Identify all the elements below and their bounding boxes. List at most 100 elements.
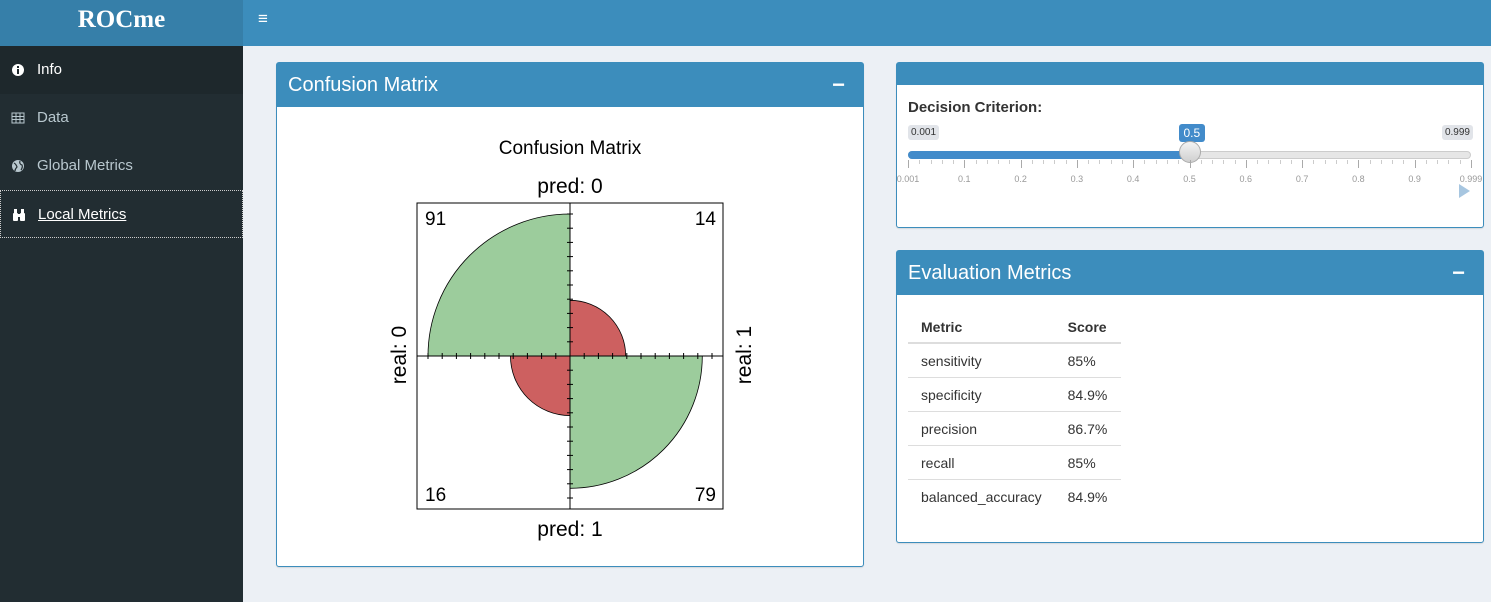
sidebar-item-label: Local Metrics	[38, 206, 127, 223]
collapse-button[interactable]: −	[1452, 251, 1465, 295]
slider-minor-tick	[1335, 160, 1337, 164]
table-row: balanced_accuracy 84.9%	[908, 479, 1121, 513]
slider-minor-tick	[1268, 160, 1270, 164]
sidebar-item-local-metrics[interactable]: Local Metrics	[0, 190, 243, 238]
slider-major-tick	[1245, 160, 1247, 168]
slider-major-tick	[1076, 160, 1078, 168]
criterion-label: Decision Criterion:	[908, 99, 1043, 116]
cell-value-top-left: 91	[425, 209, 446, 230]
slider-major-tick	[1133, 160, 1135, 168]
slider-tick-label: 0.999	[1459, 174, 1483, 184]
plot-title: Confusion Matrix	[499, 138, 642, 159]
slider-value-label: 0.5	[1178, 124, 1206, 142]
slider-minor-tick	[1425, 160, 1427, 164]
slider-minor-tick	[1155, 160, 1157, 164]
table-row: recall 85%	[908, 445, 1121, 480]
right-label: real: 1	[733, 326, 756, 384]
metric-score: 84.9%	[1054, 479, 1121, 513]
box-title: Evaluation Metrics	[908, 262, 1072, 284]
column-header: Score	[1054, 312, 1121, 344]
slider-minor-tick	[1290, 160, 1292, 164]
decision-criterion-box: Decision Criterion: 0.001 0.5 0.999 0.00…	[896, 62, 1484, 228]
criterion-header-strip	[897, 63, 1483, 85]
metric-name: sensitivity	[908, 342, 1055, 378]
slider-minor-tick	[998, 160, 1000, 164]
slider-minor-tick	[941, 160, 943, 164]
metrics-table: Metric Score sensitivity 85% specificity…	[908, 312, 1121, 513]
top-navbar: ROCme ≡	[0, 0, 1491, 46]
slider-tick-label: 0.6	[1239, 174, 1253, 184]
slider-minor-tick	[1166, 160, 1168, 164]
slider-minor-tick	[1437, 160, 1439, 164]
table-row: precision 86.7%	[908, 411, 1121, 446]
sidebar-item-info[interactable]: Info	[0, 46, 243, 94]
sidebar-item-label: Data	[37, 109, 69, 126]
sidebar-item-global-metrics[interactable]: Global Metrics	[0, 142, 243, 190]
slider-tick-label: 0.2	[1014, 174, 1027, 184]
metric-name: recall	[908, 445, 1055, 480]
sidebar-item-label: Info	[37, 61, 63, 78]
slider-major-tick	[1020, 160, 1022, 168]
metric-name: precision	[908, 411, 1055, 446]
slider-minor-tick	[1088, 160, 1090, 164]
sidebar-item-data[interactable]: Data	[0, 94, 243, 142]
slider-major-tick	[1471, 160, 1472, 168]
bottom-label: pred: 1	[537, 518, 602, 541]
slider-minor-tick	[1054, 160, 1056, 164]
metric-score: 85%	[1054, 445, 1121, 480]
quadrant-bottom-right	[569, 355, 703, 489]
slider-minor-tick	[1200, 160, 1202, 164]
slider-minor-tick	[1099, 160, 1101, 164]
slider-minor-tick	[919, 160, 921, 164]
confusion-matrix-box: Confusion Matrix − Confusion Matrix pred…	[276, 62, 864, 567]
slider-minor-tick	[1212, 160, 1214, 164]
top-label: pred: 0	[537, 175, 602, 198]
slider-tick-label: 0.001	[896, 174, 920, 184]
table-header-row: Metric Score	[908, 312, 1121, 344]
sidebar: Info Data Global Metrics Local Metrics	[0, 46, 243, 602]
cell-value-bottom-left: 16	[425, 485, 446, 506]
slider-minor-tick	[1380, 160, 1382, 164]
slider-minor-tick	[953, 160, 955, 164]
slider-minor-tick	[1009, 160, 1011, 164]
slider-minor-tick	[1043, 160, 1045, 164]
slider-tick-label: 0.3	[1070, 174, 1084, 184]
slider-tick-label: 0.9	[1408, 174, 1421, 184]
info-circle-icon	[12, 64, 24, 76]
left-label: real: 0	[388, 326, 411, 384]
slider-minor-tick	[930, 160, 932, 164]
metric-name: balanced_accuracy	[908, 479, 1055, 513]
table-icon	[11, 112, 25, 124]
slider-minor-tick	[1448, 160, 1450, 164]
slider-minor-tick	[1178, 160, 1180, 164]
cell-value-bottom-right: 79	[695, 485, 716, 506]
play-icon[interactable]	[1459, 184, 1470, 198]
app-logo[interactable]: ROCme	[0, 0, 243, 46]
box-title: Confusion Matrix	[288, 74, 439, 96]
confusion-matrix-header: Confusion Matrix −	[277, 63, 863, 107]
slider-minor-tick	[1313, 160, 1315, 164]
table-row: specificity 84.9%	[908, 377, 1121, 412]
slider-major-tick	[1189, 160, 1191, 168]
slider-minor-tick	[1144, 160, 1146, 164]
slider-minor-tick	[986, 160, 988, 164]
slider-major-tick	[1414, 160, 1416, 168]
globe-icon	[12, 160, 24, 172]
quadrant-top-left	[427, 213, 571, 357]
slider-fill	[908, 151, 1190, 159]
slider-major-tick	[1358, 160, 1360, 168]
slider-minor-tick	[1121, 160, 1123, 164]
slider-minor-tick	[1403, 160, 1405, 164]
slider-tick-label: 0.8	[1352, 174, 1365, 184]
sidebar-item-label: Global Metrics	[37, 157, 133, 174]
hamburger-icon[interactable]: ≡	[258, 10, 272, 28]
metric-score: 86.7%	[1054, 411, 1121, 446]
slider-major-tick	[908, 160, 909, 168]
slider-minor-tick	[975, 160, 977, 164]
collapse-button[interactable]: −	[832, 63, 845, 107]
metric-score: 85%	[1054, 342, 1121, 378]
quadrant-bottom-left	[510, 355, 571, 416]
slider-minor-tick	[1110, 160, 1112, 164]
quadrant-top-right	[569, 299, 627, 357]
slider-max-label: 0.999	[1441, 125, 1473, 140]
